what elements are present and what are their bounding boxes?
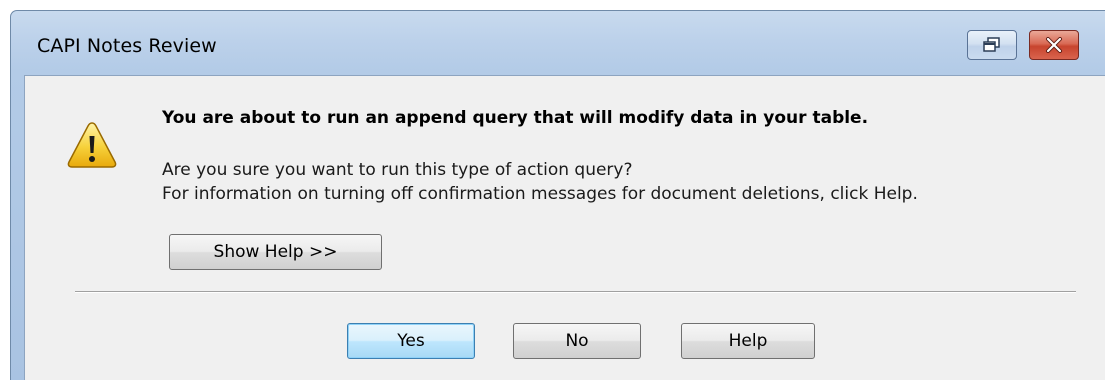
- help-button[interactable]: Help: [681, 323, 815, 359]
- close-button[interactable]: [1029, 30, 1079, 60]
- dialog-message-line2: For information on turning off confirmat…: [162, 184, 918, 204]
- restore-icon: [983, 37, 1000, 52]
- divider: [75, 291, 1076, 293]
- dialog-heading: You are about to run an append query tha…: [162, 108, 869, 128]
- dialog-body: You are about to run an append query tha…: [24, 75, 1105, 380]
- restore-button[interactable]: [967, 30, 1017, 60]
- close-icon: [1046, 37, 1062, 53]
- yes-button[interactable]: Yes: [347, 323, 475, 359]
- dialog-message-line1: Are you sure you want to run this type o…: [162, 160, 633, 180]
- no-button[interactable]: No: [513, 323, 641, 359]
- window-title: CAPI Notes Review: [37, 35, 217, 57]
- show-help-button[interactable]: Show Help >>: [169, 234, 382, 270]
- dialog-window: CAPI Notes Review You are about to run a…: [10, 10, 1105, 380]
- warning-icon: [67, 122, 117, 168]
- title-bar[interactable]: CAPI Notes Review: [11, 11, 1105, 75]
